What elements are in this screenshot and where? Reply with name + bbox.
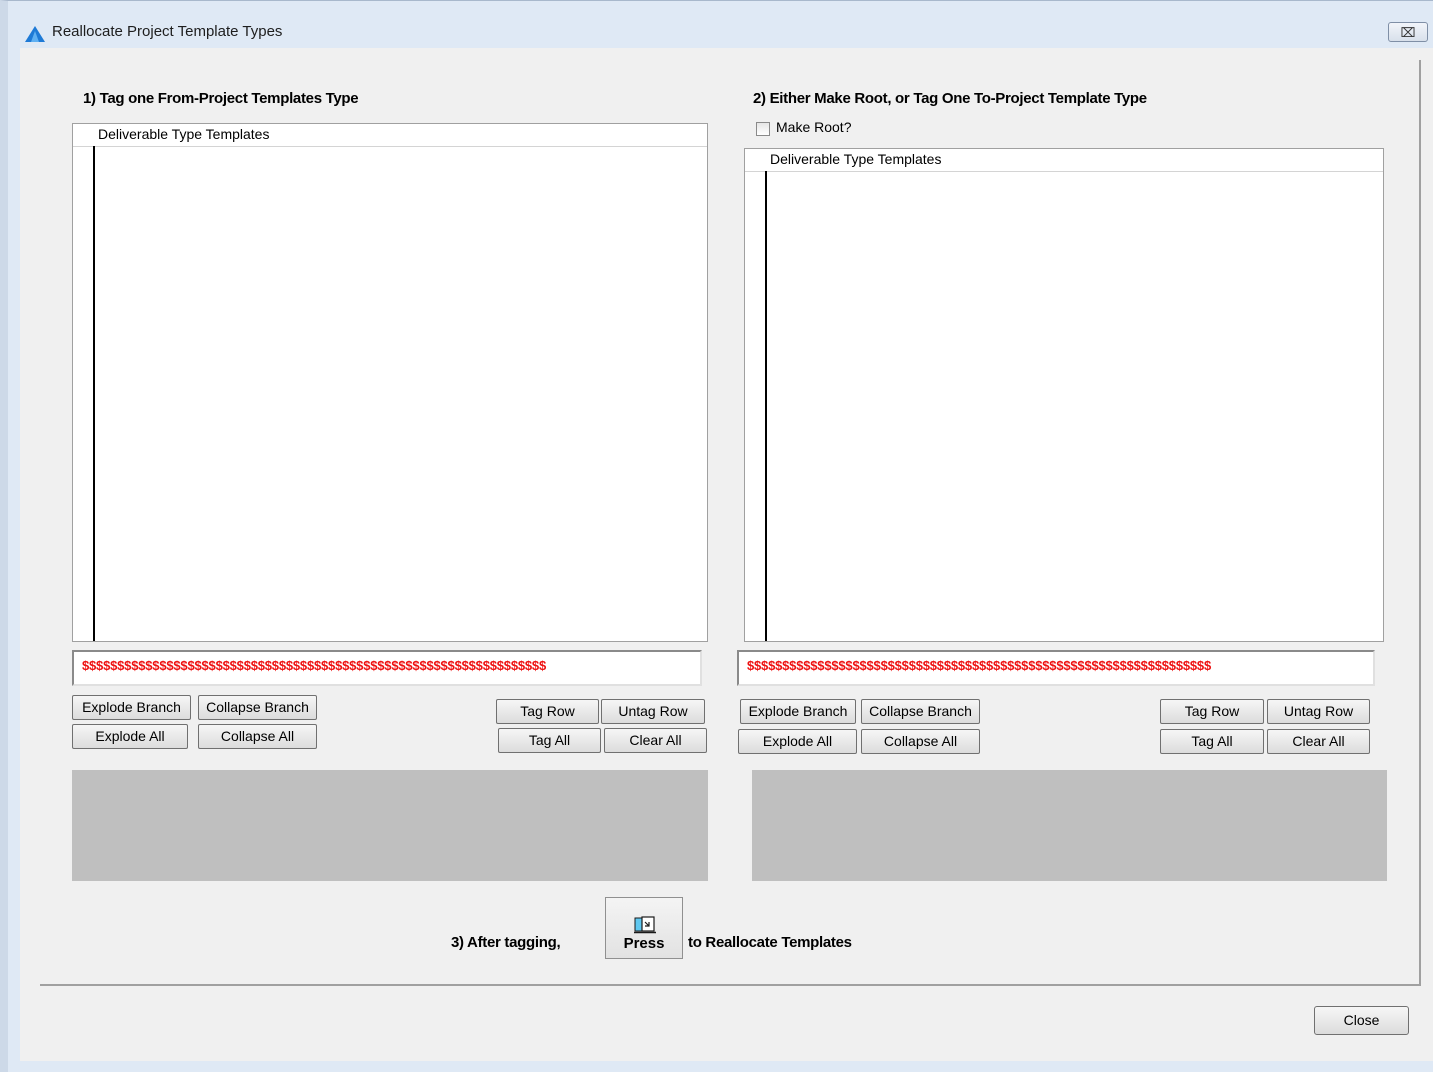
title-bar[interactable]: Reallocate Project Template Types ⌧ [8,1,1433,48]
from-clear-all-button[interactable]: Clear All [604,728,707,753]
client-area: 1) Tag one From-Project Templates Type D… [20,48,1433,1061]
from-explode-branch-button[interactable]: Explode Branch [72,695,191,720]
reallocate-label: to Reallocate Templates [688,934,852,951]
from-explode-all-button[interactable]: Explode All [72,724,188,749]
to-collapse-all-button[interactable]: Collapse All [861,729,980,754]
from-untag-row-button[interactable]: Untag Row [601,699,705,724]
window-close-button[interactable]: ⌧ [1388,22,1428,42]
app-logo-icon [25,26,45,42]
main-panel: 1) Tag one From-Project Templates Type D… [40,60,1421,986]
to-explode-branch-button[interactable]: Explode Branch [740,699,856,724]
from-tree-header-label: Deliverable Type Templates [98,126,270,142]
to-untag-row-button[interactable]: Untag Row [1267,699,1370,724]
to-explode-all-button[interactable]: Explode All [738,729,857,754]
make-root-label[interactable]: Make Root? [776,119,851,135]
from-status-field: $$$$$$$$$$$$$$$$$$$$$$$$$$$$$$$$$$$$$$$$… [72,650,702,686]
from-tag-all-button[interactable]: Tag All [498,728,601,753]
to-project-heading: 2) Either Make Root, or Tag One To-Proje… [753,90,1147,107]
dialog-window: Reallocate Project Template Types ⌧ 1) T… [0,0,1433,1072]
to-status-field: $$$$$$$$$$$$$$$$$$$$$$$$$$$$$$$$$$$$$$$$… [737,650,1375,686]
from-collapse-all-button[interactable]: Collapse All [198,724,317,749]
from-collapse-branch-button[interactable]: Collapse Branch [198,695,317,720]
press-label: Press [623,935,665,952]
from-info-panel [72,770,708,881]
to-clear-all-button[interactable]: Clear All [1267,729,1370,754]
reallocate-icon [634,916,656,934]
from-tag-row-button[interactable]: Tag Row [496,699,599,724]
from-template-tree[interactable]: Deliverable Type Templates [72,123,708,642]
make-root-checkbox[interactable] [756,122,770,136]
window-title: Reallocate Project Template Types [52,23,283,40]
from-project-heading: 1) Tag one From-Project Templates Type [83,90,359,107]
to-tree-guide-line [765,171,767,641]
to-info-panel [752,770,1387,881]
to-tree-header-label: Deliverable Type Templates [770,151,942,167]
step3-label: 3) After tagging, [451,934,561,951]
to-collapse-branch-button[interactable]: Collapse Branch [861,699,980,724]
to-tag-all-button[interactable]: Tag All [1160,729,1264,754]
from-tree-column-header[interactable]: Deliverable Type Templates [73,124,707,147]
to-tag-row-button[interactable]: Tag Row [1160,699,1264,724]
to-template-tree[interactable]: Deliverable Type Templates [744,148,1384,642]
from-tree-guide-line [93,146,95,641]
reallocate-press-button[interactable]: Press [605,897,683,959]
to-tree-column-header[interactable]: Deliverable Type Templates [745,149,1383,172]
close-button[interactable]: Close [1314,1006,1409,1035]
